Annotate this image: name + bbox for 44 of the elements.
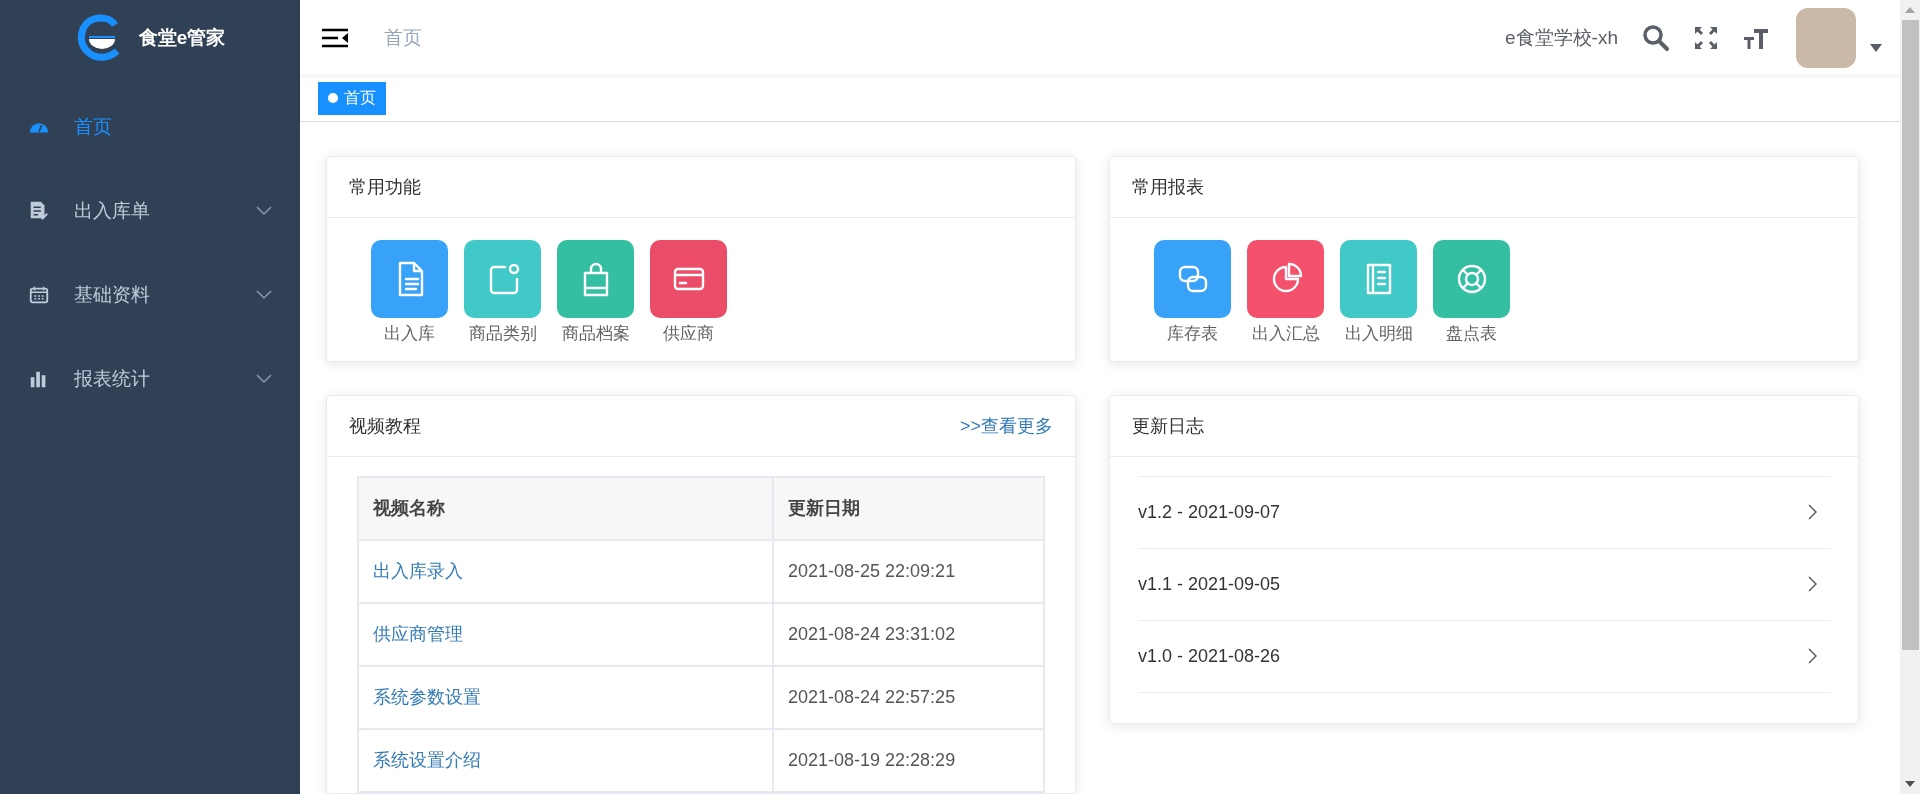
changelog-entry[interactable]: v1.0 - 2021-08-26 bbox=[1138, 645, 1281, 667]
shortcut-button[interactable]: 供应商 bbox=[650, 240, 727, 345]
card-title: 常用功能 bbox=[349, 176, 421, 199]
scrollbar[interactable] bbox=[1900, 0, 1920, 794]
table-cell: 2021-08-24 23:31:02 bbox=[773, 602, 1044, 666]
card-title: 常用报表 bbox=[1132, 176, 1204, 199]
shortcut-button[interactable]: 出入汇总 bbox=[1247, 240, 1324, 345]
search-icon[interactable] bbox=[1642, 23, 1670, 52]
chevron-right-icon[interactable] bbox=[1808, 504, 1818, 520]
school-name: e食堂学校-xh bbox=[1505, 25, 1618, 50]
scrollbar-thumb[interactable] bbox=[1901, 20, 1919, 650]
logo-text: 食堂e管家 bbox=[138, 25, 226, 50]
more-link[interactable]: >>查看更多 bbox=[959, 413, 1053, 438]
column-header: 视频名称 bbox=[358, 476, 773, 540]
sidebar-item[interactable]: 基础资料 bbox=[0, 253, 300, 337]
sidebar-item[interactable]: 出入库单 bbox=[0, 169, 300, 253]
table-cell: 2021-08-24 22:57:25 bbox=[773, 665, 1044, 729]
caret-icon[interactable] bbox=[1870, 43, 1882, 52]
dot-icon bbox=[328, 93, 338, 103]
changelog-entry[interactable]: v1.1 - 2021-09-05 bbox=[1138, 573, 1281, 595]
calendar-icon bbox=[28, 284, 50, 306]
table-cell: 2021-08-25 22:09:21 bbox=[773, 539, 1044, 603]
table-cell: 2021-08-19 22:28:29 bbox=[773, 728, 1044, 792]
shortcut-button[interactable]: 出入明细 bbox=[1340, 240, 1417, 345]
video-link[interactable]: 供应商管理 bbox=[373, 624, 463, 644]
video-link[interactable]: 出入库录入 bbox=[373, 561, 463, 581]
shortcut-button[interactable]: 商品档案 bbox=[557, 240, 634, 345]
video-link[interactable]: 系统参数设置 bbox=[373, 687, 481, 707]
shortcut-button[interactable]: 库存表 bbox=[1154, 240, 1231, 345]
breadcrumb: 首页 bbox=[384, 25, 423, 50]
card-title: 更新日志 bbox=[1132, 414, 1204, 438]
card-title: 视频教程 bbox=[349, 414, 421, 438]
sidebar-item[interactable]: 报表统计 bbox=[0, 337, 300, 421]
shortcut-button[interactable]: 出入库 bbox=[371, 240, 448, 345]
shortcut-button[interactable]: 盘点表 bbox=[1433, 240, 1510, 345]
scroll-down-icon[interactable] bbox=[1905, 781, 1915, 787]
shortcut-button[interactable]: 商品类别 bbox=[464, 240, 541, 345]
chevron-right-icon[interactable] bbox=[1808, 576, 1818, 592]
video-link[interactable]: 系统设置介绍 bbox=[373, 750, 481, 770]
column-header: 更新日期 bbox=[773, 476, 1044, 540]
changelog-entry[interactable]: v1.2 - 2021-09-07 bbox=[1138, 501, 1281, 523]
menu-icon[interactable] bbox=[322, 27, 348, 48]
chevron-right-icon[interactable] bbox=[1808, 648, 1818, 664]
document-edit-icon bbox=[28, 200, 50, 222]
